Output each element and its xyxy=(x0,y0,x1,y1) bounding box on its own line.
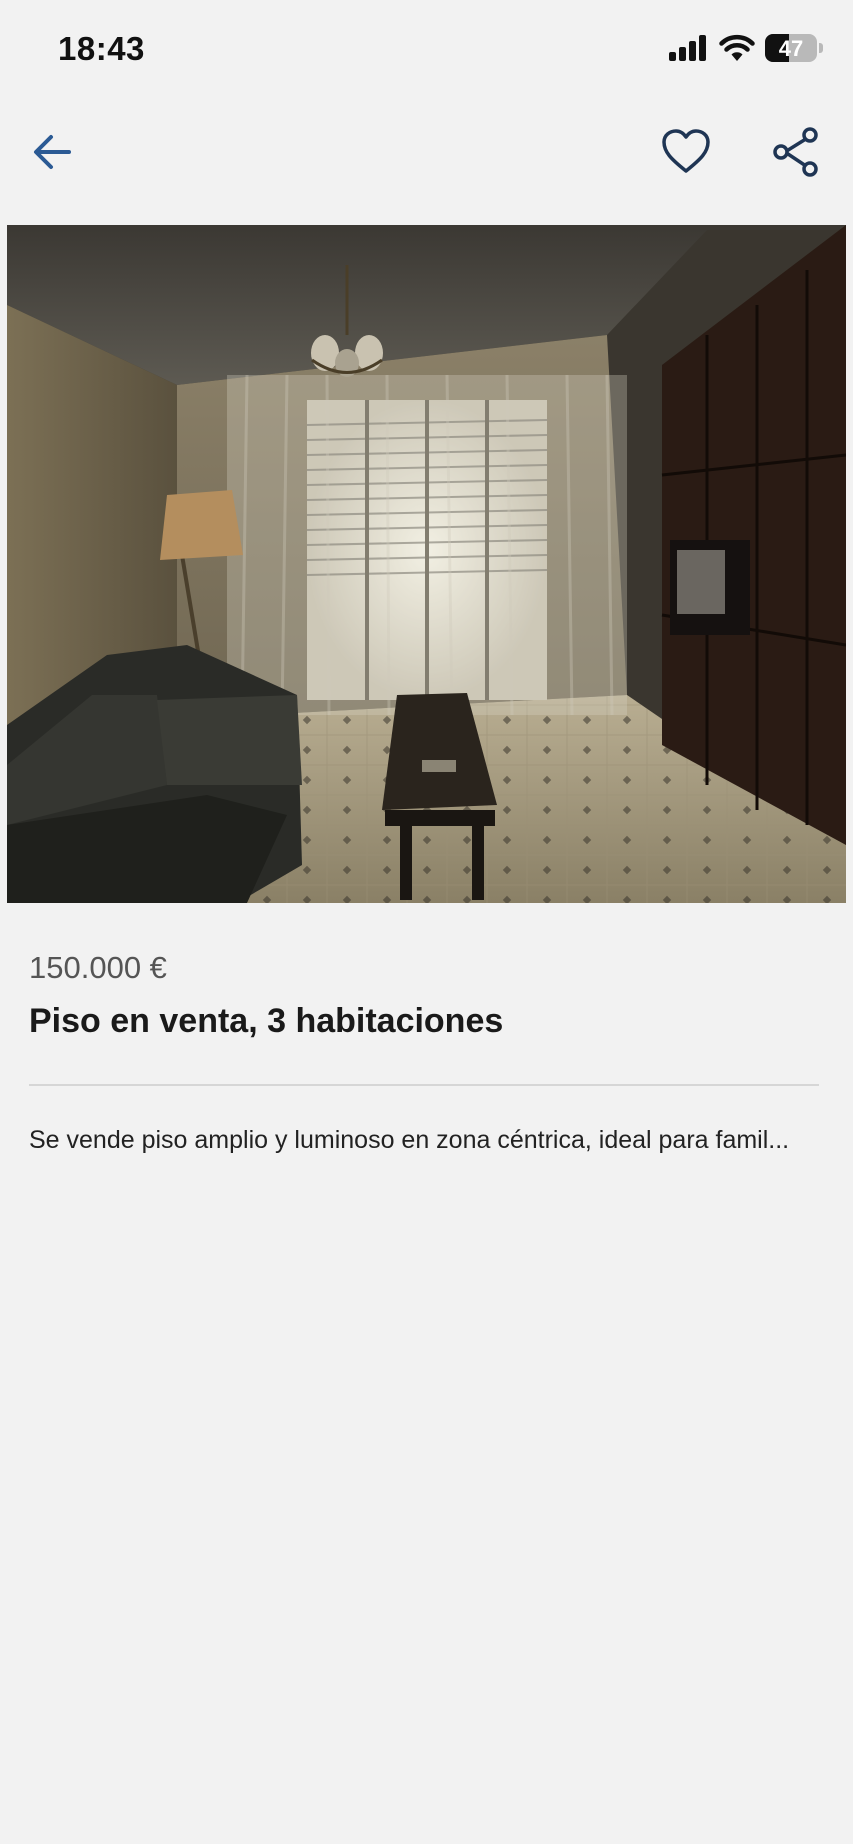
status-icons: 47 xyxy=(669,34,823,62)
living-room-photo xyxy=(7,225,846,903)
back-button[interactable] xyxy=(22,122,82,182)
favorite-button[interactable] xyxy=(656,122,716,182)
heart-icon xyxy=(662,129,710,173)
divider xyxy=(29,1084,819,1086)
listing-price: 150.000 € xyxy=(29,950,167,985)
share-icon xyxy=(773,127,818,177)
status-bar: 18:43 47 xyxy=(0,0,853,100)
battery-tip xyxy=(819,43,823,53)
signal-icon xyxy=(669,35,706,61)
listing-title: Piso en venta, 3 habitaciones xyxy=(29,1002,504,1040)
battery-icon: 47 xyxy=(765,34,823,62)
listing-description[interactable]: Se vende piso amplio y luminoso en zona … xyxy=(29,1126,829,1155)
share-button[interactable] xyxy=(766,122,826,182)
wifi-icon xyxy=(719,34,755,61)
battery-level: 47 xyxy=(778,36,804,61)
back-arrow-icon xyxy=(34,135,71,169)
status-time: 18:43 xyxy=(58,30,145,67)
nav-bar xyxy=(0,112,853,192)
listing-photo[interactable] xyxy=(7,225,846,903)
